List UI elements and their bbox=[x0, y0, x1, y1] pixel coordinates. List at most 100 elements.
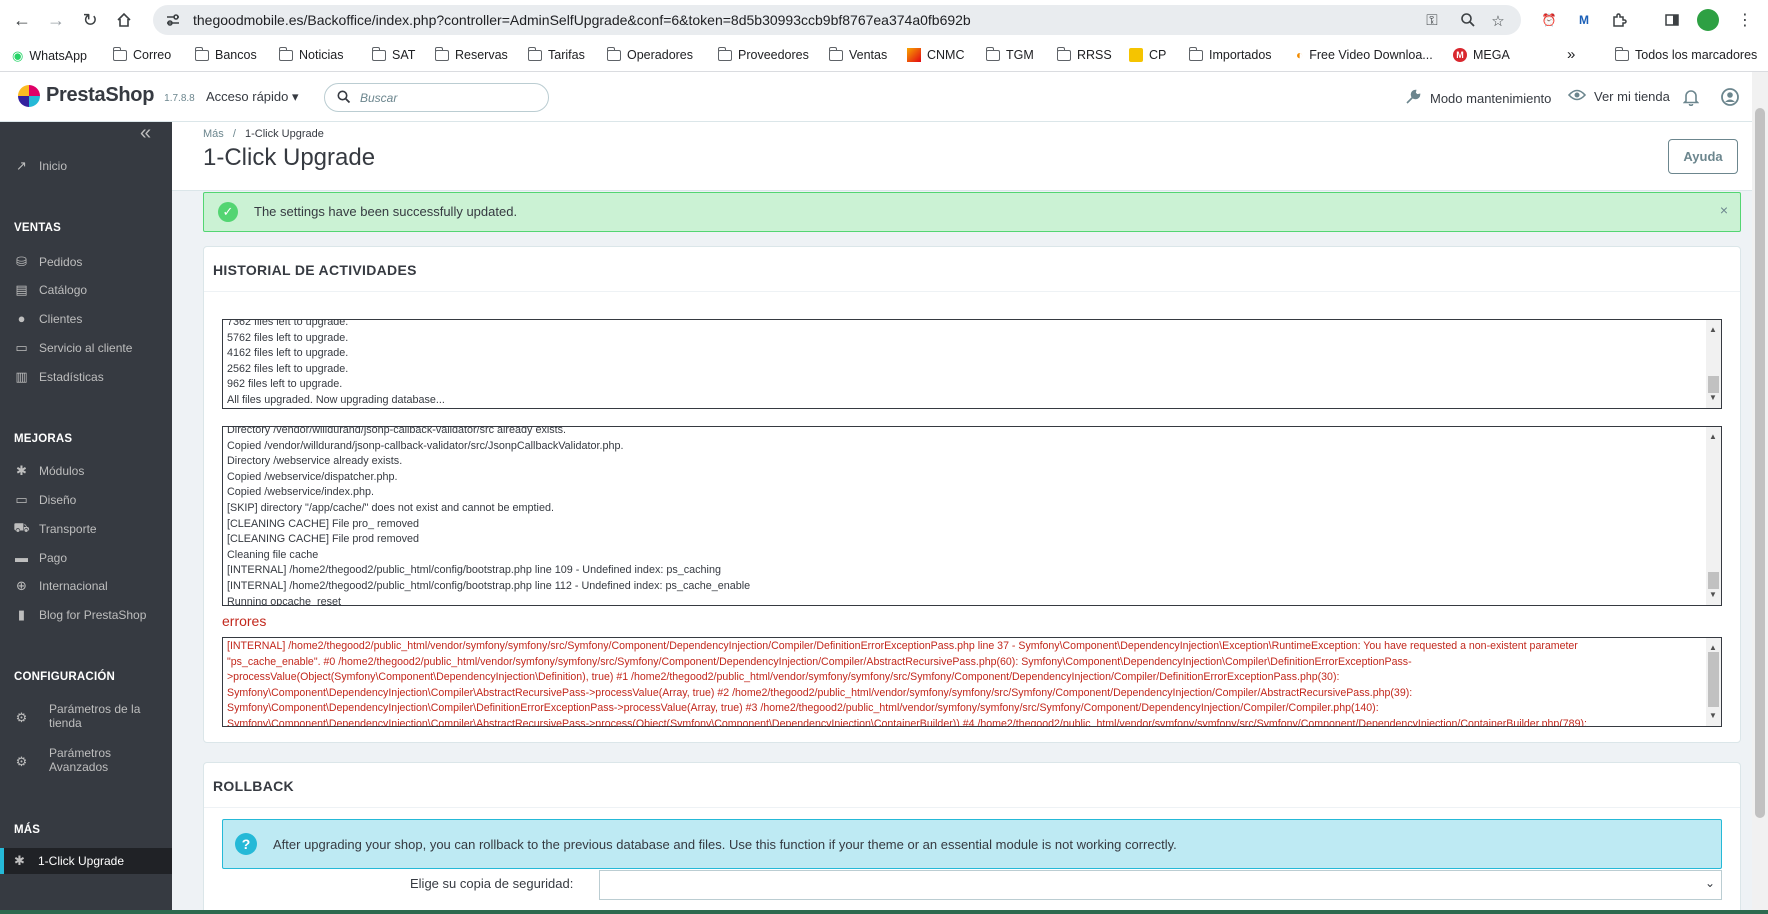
sidebar-item-internacional[interactable]: ⊕ Internacional bbox=[14, 578, 108, 593]
sidebar-item-parametros-tienda[interactable]: ⚙ Parámetros de la tienda bbox=[14, 702, 141, 730]
all-bookmarks-folder[interactable]: Todos los marcadores bbox=[1615, 46, 1757, 62]
taskbar-edge bbox=[0, 910, 1768, 914]
bookmark-cnmc[interactable]: CNMC bbox=[907, 48, 965, 62]
sidebar-item-modulos[interactable]: ✱ Módulos bbox=[14, 463, 84, 478]
sidebar-item-pago[interactable]: ▬ Pago bbox=[14, 550, 67, 565]
maintenance-mode-link[interactable]: Modo mantenimiento bbox=[1404, 88, 1551, 109]
home-icon[interactable] bbox=[112, 8, 136, 32]
close-alert-icon[interactable]: × bbox=[1720, 202, 1728, 218]
view-store-link[interactable]: Ver mi tienda bbox=[1567, 88, 1670, 105]
log-line: Copied /webservice/dispatcher.php. bbox=[227, 470, 398, 483]
ps-header: PrestaShop 1.7.8.8 Acceso rápido ▾ Busca… bbox=[0, 72, 1768, 122]
side-panel-icon[interactable] bbox=[1661, 9, 1683, 31]
collapse-sidebar-icon[interactable]: « bbox=[140, 122, 151, 145]
bookmark-folder-reservas[interactable]: Reservas bbox=[435, 46, 508, 62]
sidebar-item-transporte[interactable]: ⛟ Transporte bbox=[13, 520, 96, 536]
bookmark-whatsapp[interactable]: ◉ WhatsApp bbox=[12, 48, 87, 64]
log-line: 962 files left to upgrade. bbox=[227, 378, 343, 391]
bookmark-folder-ventas[interactable]: Ventas bbox=[829, 46, 887, 62]
account-user-icon[interactable] bbox=[1721, 88, 1739, 106]
browser-toolbar: ← → ↻ thegoodmobile.es/Backoffice/index.… bbox=[0, 0, 1768, 40]
log-scrollbar[interactable]: ▲ ▼ bbox=[1706, 638, 1721, 726]
bookmark-folder-importados[interactable]: Importados bbox=[1189, 46, 1272, 62]
bookmark-folder-bancos[interactable]: Bancos bbox=[195, 46, 257, 62]
address-bar[interactable]: thegoodmobile.es/Backoffice/index.php?co… bbox=[153, 5, 1521, 35]
bookmark-folder-operadores[interactable]: Operadores bbox=[607, 46, 693, 62]
menu-kebab-icon[interactable]: ⋮ bbox=[1734, 9, 1756, 31]
sidebar-item-diseno[interactable]: ▭ Diseño bbox=[14, 492, 76, 507]
bookmark-free-video-downloader[interactable]: ◐ Free Video Downloa... bbox=[1296, 48, 1433, 62]
sidebar-item-blog[interactable]: ▮ Blog for PrestaShop bbox=[14, 607, 146, 622]
rollback-heading: ROLLBACK bbox=[213, 778, 294, 794]
activity-history-heading: HISTORIAL DE ACTIVIDADES bbox=[213, 262, 417, 278]
folder-icon bbox=[607, 46, 621, 61]
bookmark-star-icon[interactable]: ☆ bbox=[1489, 12, 1507, 30]
back-arrow-icon[interactable]: ← bbox=[10, 8, 34, 32]
upgrade-detail-log[interactable]: Directory /vendor/willdurand/jsonp-callb… bbox=[222, 426, 1722, 606]
bookmarks-overflow-icon[interactable]: » bbox=[1567, 46, 1575, 63]
bookmark-folder-tarifas[interactable]: Tarifas bbox=[528, 46, 585, 62]
credit-card-icon: ▬ bbox=[15, 550, 28, 565]
upgrade-progress-log[interactable]: 7362 files left to upgrade. 5762 files le… bbox=[222, 319, 1722, 409]
bookmark-cp[interactable]: CP bbox=[1129, 48, 1166, 62]
log-line: Symfony\Component\DependencyInjection\Co… bbox=[227, 686, 1413, 699]
backup-select-label: Elige su copia de seguridad: bbox=[410, 876, 574, 891]
bookmark-folder-proveedores[interactable]: Proveedores bbox=[718, 46, 809, 62]
bookmark-folder-rrss[interactable]: RRSS bbox=[1057, 46, 1112, 62]
log-line: Symfony\Component\DependencyInjection\Co… bbox=[227, 702, 1379, 715]
bookmarks-bar: ◉ WhatsApp Correo Bancos Noticias SAT Res… bbox=[0, 40, 1768, 72]
profile-avatar[interactable] bbox=[1697, 9, 1719, 31]
log-scrollbar[interactable]: ▲ ▼ bbox=[1706, 427, 1721, 605]
bookmark-folder-noticias[interactable]: Noticias bbox=[279, 46, 343, 62]
page-title: 1-Click Upgrade bbox=[203, 144, 376, 171]
help-button[interactable]: Ayuda bbox=[1668, 139, 1738, 174]
extensions-puzzle-icon[interactable] bbox=[1608, 9, 1630, 31]
quick-access-dropdown[interactable]: Acceso rápido ▾ bbox=[206, 89, 299, 105]
sidebar-item-servicio-cliente[interactable]: ▭ Servicio al cliente bbox=[14, 340, 132, 355]
folder-icon bbox=[528, 46, 542, 61]
page-scrollbar[interactable] bbox=[1752, 72, 1768, 914]
sidebar-item-pedidos[interactable]: ⛁ Pedidos bbox=[14, 254, 82, 269]
folder-icon bbox=[279, 46, 293, 61]
activity-history-panel: HISTORIAL DE ACTIVIDADES 7362 files left… bbox=[203, 246, 1741, 743]
sidebar-section-ventas: VENTAS bbox=[14, 222, 61, 234]
bar-chart-icon: ▥ bbox=[15, 368, 28, 384]
url-text: thegoodmobile.es/Backoffice/index.php?co… bbox=[193, 12, 971, 28]
folder-icon bbox=[435, 46, 449, 61]
bookmark-mega[interactable]: M MEGA bbox=[1453, 48, 1510, 62]
log-scrollbar[interactable]: ▲ ▼ bbox=[1706, 320, 1721, 408]
sidebar-item-clientes[interactable]: ● Clientes bbox=[14, 311, 83, 326]
folder-icon bbox=[986, 46, 1000, 61]
success-message: The settings have been successfully upda… bbox=[254, 204, 518, 219]
site-info-icon[interactable] bbox=[165, 12, 181, 28]
bookmark-folder-correo[interactable]: Correo bbox=[113, 46, 171, 62]
zoom-icon[interactable] bbox=[1459, 12, 1477, 30]
folder-icon bbox=[829, 46, 843, 61]
notifications-bell-icon[interactable] bbox=[1683, 88, 1699, 106]
movistar-extension-icon[interactable]: M bbox=[1573, 9, 1595, 31]
prestashop-logo[interactable]: PrestaShop 1.7.8.8 bbox=[18, 84, 195, 107]
alarm-extension-icon[interactable]: ⏰ bbox=[1538, 9, 1560, 31]
forward-arrow-icon[interactable]: → bbox=[44, 8, 68, 32]
sidebar-item-estadisticas[interactable]: ▥ Estadísticas bbox=[14, 368, 103, 384]
sidebar-item-1-click-upgrade[interactable]: ✱ 1-Click Upgrade bbox=[0, 848, 172, 874]
log-line: >processValue(Object(Symfony\Component\D… bbox=[227, 671, 1340, 684]
bookmark-folder-tgm[interactable]: TGM bbox=[986, 46, 1034, 62]
breadcrumb-parent[interactable]: Más bbox=[203, 128, 224, 140]
bookmark-folder-sat[interactable]: SAT bbox=[372, 46, 415, 62]
backup-select[interactable]: ⌄ bbox=[599, 870, 1722, 900]
sidebar-item-parametros-avanzados[interactable]: ⚙ Parámetros Avanzados bbox=[14, 746, 111, 774]
sidebar-item-inicio[interactable]: ↗ Inicio bbox=[14, 158, 67, 173]
whatsapp-icon: ◉ bbox=[12, 48, 24, 63]
prestashop-logo-icon bbox=[18, 84, 40, 107]
search-input[interactable]: Buscar bbox=[324, 83, 549, 112]
errors-log[interactable]: [INTERNAL] /home2/thegood2/public_html/v… bbox=[222, 637, 1722, 727]
eye-icon bbox=[1567, 88, 1587, 105]
check-circle-icon: ✓ bbox=[218, 202, 238, 222]
mega-logo-icon: M bbox=[1453, 48, 1467, 62]
sidebar-item-catalogo[interactable]: ▤ Catálogo bbox=[14, 282, 87, 297]
reload-icon[interactable]: ↻ bbox=[78, 8, 102, 32]
success-alert: ✓ The settings have been successfully up… bbox=[203, 192, 1741, 232]
password-key-icon[interactable]: ⚿ bbox=[1423, 12, 1441, 30]
breadcrumb-current: 1-Click Upgrade bbox=[244, 128, 324, 140]
